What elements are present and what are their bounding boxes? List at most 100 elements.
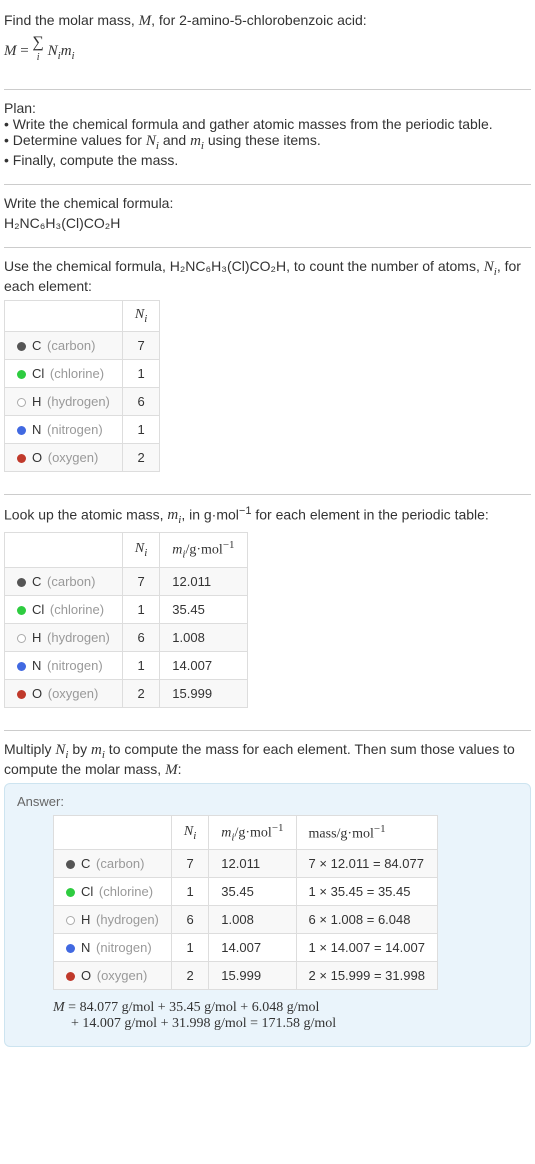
- table-row: N (nitrogen)1: [5, 415, 160, 443]
- element-symbol: Cl: [81, 884, 93, 899]
- n-value: 1: [171, 934, 208, 962]
- lu-post: for each element in the periodic table:: [251, 506, 488, 522]
- aNi: i: [193, 830, 196, 842]
- mu-colon: :: [178, 761, 182, 777]
- element-name: (hydrogen): [47, 394, 110, 409]
- element-name: (carbon): [96, 856, 144, 871]
- table-row: H (hydrogen)61.008: [5, 623, 248, 651]
- eq-equals: =: [17, 43, 33, 59]
- element-name: (nitrogen): [47, 658, 103, 673]
- element-name: (nitrogen): [96, 940, 152, 955]
- multiply-section: Multiply Ni by mi to compute the mass fo…: [4, 737, 531, 1057]
- element-symbol: H: [32, 630, 41, 645]
- element-dot-icon: [17, 690, 26, 699]
- plan-bullet-2: • Determine values for Ni and mi using t…: [4, 132, 531, 152]
- n-value: 1: [171, 878, 208, 906]
- element-cell: N (nitrogen): [54, 934, 172, 962]
- h2m: m: [172, 543, 182, 558]
- element-symbol: Cl: [32, 366, 44, 381]
- sigma-sub: i: [37, 52, 40, 63]
- divider: [4, 184, 531, 185]
- element-name: (oxygen): [97, 968, 148, 983]
- ca-N: N: [484, 259, 494, 275]
- m-value: 14.007: [209, 934, 296, 962]
- var-N: N: [146, 133, 156, 149]
- element-symbol: C: [32, 338, 41, 353]
- n-value: 6: [171, 906, 208, 934]
- element-name: (nitrogen): [47, 422, 103, 437]
- final-equation-2: + 14.007 g/mol + 31.998 g/mol = 171.58 g…: [71, 1016, 518, 1032]
- element-symbol: N: [81, 940, 90, 955]
- aN: N: [184, 824, 193, 839]
- element-cell: N (nitrogen): [5, 651, 123, 679]
- th-element: [54, 815, 172, 849]
- element-name: (hydrogen): [96, 912, 159, 927]
- th-m: mi/g·mol−1: [160, 533, 247, 567]
- table-row: O (oxygen)2: [5, 443, 160, 471]
- hNi: i: [144, 313, 147, 325]
- ca-pre: Use the chemical formula,: [4, 258, 170, 274]
- table-row: N (nitrogen)114.0071 × 14.007 = 14.007: [54, 934, 438, 962]
- n-value: 6: [122, 387, 159, 415]
- m-value: 1.008: [160, 623, 247, 651]
- n-value: 2: [122, 679, 159, 707]
- divider: [4, 730, 531, 731]
- lu-pre: Look up the atomic mass,: [4, 506, 167, 522]
- intro-line: Find the molar mass, M, for 2-amino-5-ch…: [4, 12, 531, 30]
- plan-b2-post: using these items.: [204, 132, 321, 148]
- element-dot-icon: [17, 426, 26, 435]
- plan-bullet-3: • Finally, compute the mass.: [4, 152, 531, 168]
- element-name: (chlorine): [50, 602, 104, 617]
- element-cell: O (oxygen): [5, 443, 123, 471]
- n-value: 2: [171, 962, 208, 990]
- element-name: (chlorine): [99, 884, 153, 899]
- element-name: (carbon): [47, 338, 95, 353]
- element-dot-icon: [17, 454, 26, 463]
- element-cell: O (oxygen): [5, 679, 123, 707]
- lu-mid: , in g·mol: [181, 506, 239, 522]
- h2N: N: [135, 541, 144, 556]
- molar-mass-equation: M = ∑ i Nimi: [4, 34, 531, 69]
- lu-exp: −1: [239, 505, 252, 517]
- th-N: Ni: [171, 815, 208, 849]
- divider: [4, 89, 531, 90]
- amass: mass/g·mol: [309, 826, 374, 841]
- mass-value: 2 × 15.999 = 31.998: [296, 962, 437, 990]
- plan-bullet-1: • Write the chemical formula and gather …: [4, 116, 531, 132]
- intro-section: Find the molar mass, M, for 2-amino-5-ch…: [4, 8, 531, 83]
- m-value: 35.45: [209, 878, 296, 906]
- m-value: 35.45: [160, 595, 247, 623]
- element-cell: Cl (chlorine): [5, 359, 123, 387]
- element-symbol: H: [32, 394, 41, 409]
- m-value: 12.011: [160, 567, 247, 595]
- th-N: Ni: [122, 301, 159, 332]
- ca-mid: , to count the number of atoms,: [286, 258, 484, 274]
- lookup-text: Look up the atomic mass, mi, in g·mol−1 …: [4, 505, 531, 527]
- plan-b2-pre: • Determine values for: [4, 132, 146, 148]
- table-row: Cl (chlorine)1: [5, 359, 160, 387]
- sigma-icon: ∑: [32, 34, 43, 51]
- answer-label: Answer:: [17, 794, 518, 809]
- final-equation: M = 84.077 g/mol + 35.45 g/mol + 6.048 g…: [53, 1000, 518, 1016]
- table-row: O (oxygen)215.999: [5, 679, 248, 707]
- element-name: (oxygen): [48, 686, 99, 701]
- m-value: 14.007: [160, 651, 247, 679]
- element-cell: C (carbon): [54, 850, 172, 878]
- table-row: O (oxygen)215.9992 × 15.999 = 31.998: [54, 962, 438, 990]
- atomic-mass-table: Ni mi/g·mol−1 C (carbon)712.011Cl (chlor…: [4, 532, 248, 707]
- element-dot-icon: [66, 888, 75, 897]
- element-cell: H (hydrogen): [54, 906, 172, 934]
- element-dot-icon: [66, 860, 75, 869]
- var-m: m: [190, 133, 201, 149]
- mass-value: 6 × 1.008 = 6.048: [296, 906, 437, 934]
- table-row: H (hydrogen) 6: [5, 387, 160, 415]
- element-dot-icon: [17, 578, 26, 587]
- intro-text2: , for 2-amino-5-chlorobenzoic acid:: [151, 12, 367, 28]
- element-dot-icon: [17, 342, 26, 351]
- am: m: [221, 826, 231, 841]
- element-name: (hydrogen): [47, 630, 110, 645]
- m-value: 15.999: [209, 962, 296, 990]
- element-cell: Cl (chlorine): [54, 878, 172, 906]
- element-dot-icon: [17, 398, 26, 407]
- lu-m: m: [167, 507, 178, 523]
